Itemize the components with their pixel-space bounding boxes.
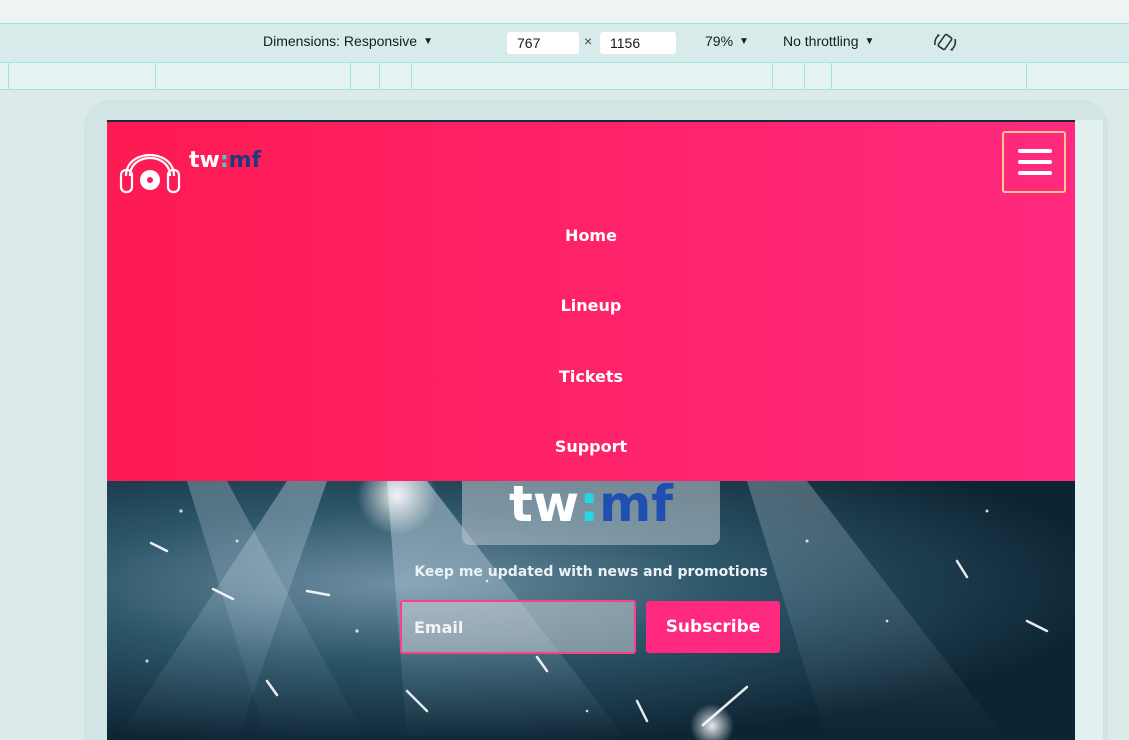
menu-icon-bar bbox=[1018, 160, 1052, 164]
nav-link-support[interactable]: Support bbox=[107, 437, 1075, 456]
email-input[interactable] bbox=[400, 600, 636, 654]
chevron-down-icon: ▼ bbox=[423, 35, 433, 47]
media-query-ruler bbox=[0, 62, 1129, 90]
ruler-tick bbox=[772, 63, 773, 90]
rotate-icon[interactable] bbox=[931, 31, 959, 55]
ruler-tick bbox=[831, 63, 832, 90]
hero-logo-part-2: mf bbox=[599, 481, 673, 533]
brand-colon: : bbox=[219, 148, 229, 173]
nav-link-tickets[interactable]: Tickets bbox=[107, 367, 1075, 386]
hero-section: tw:mf Keep me updated with news and prom… bbox=[107, 481, 1075, 740]
page-viewport: tw:mf Home Lineup Tickets Support tw:mf … bbox=[107, 120, 1075, 740]
ruler-tick bbox=[804, 63, 805, 90]
times-sign: × bbox=[584, 33, 593, 49]
nav-link-home[interactable]: Home bbox=[107, 226, 1075, 245]
ruler-tick bbox=[411, 63, 412, 90]
site-navbar: tw:mf Home Lineup Tickets Support bbox=[107, 120, 1075, 481]
viewport-gutter bbox=[1075, 120, 1103, 740]
zoom-label: 79% bbox=[705, 33, 734, 49]
ruler-tick bbox=[1026, 63, 1027, 90]
ruler-tick bbox=[8, 63, 9, 90]
subscribe-button[interactable]: Subscribe bbox=[646, 601, 780, 653]
width-input[interactable] bbox=[507, 32, 579, 54]
height-input[interactable] bbox=[600, 32, 676, 54]
devtools-top-strip bbox=[0, 0, 1129, 24]
ruler-tick bbox=[379, 63, 380, 90]
devtools-device-toolbar: Dimensions: Responsive ▼ × 79% ▼ No thro… bbox=[0, 24, 1129, 62]
throttling-label: No throttling bbox=[783, 33, 859, 49]
hamburger-menu-button[interactable] bbox=[1002, 131, 1066, 193]
chevron-down-icon: ▼ bbox=[864, 35, 875, 47]
ruler-tick bbox=[155, 63, 156, 90]
menu-icon-bar bbox=[1018, 149, 1052, 153]
dimensions-label: Dimensions: Responsive bbox=[263, 33, 418, 49]
hero-logo-colon: : bbox=[579, 481, 600, 533]
brand-name[interactable]: tw:mf bbox=[189, 148, 261, 173]
hero-logo-text: tw:mf bbox=[462, 481, 720, 533]
dimensions-dropdown[interactable]: Dimensions: Responsive ▼ bbox=[263, 33, 433, 49]
hero-logo-part-1: tw bbox=[509, 481, 580, 533]
zoom-dropdown[interactable]: 79% ▼ bbox=[705, 33, 749, 49]
hero-logo: tw:mf bbox=[462, 481, 720, 545]
newsletter-tagline: Keep me updated with news and promotions bbox=[414, 564, 768, 580]
nav-link-lineup[interactable]: Lineup bbox=[107, 296, 1075, 315]
menu-icon-bar bbox=[1018, 171, 1052, 175]
chevron-down-icon: ▼ bbox=[739, 35, 749, 47]
throttling-dropdown[interactable]: No throttling ▼ bbox=[783, 33, 874, 49]
brand-part-1: tw bbox=[189, 148, 220, 173]
headphones-logo-icon[interactable] bbox=[117, 132, 183, 198]
ruler-tick bbox=[350, 63, 351, 90]
brand-part-2: mf bbox=[228, 148, 262, 173]
